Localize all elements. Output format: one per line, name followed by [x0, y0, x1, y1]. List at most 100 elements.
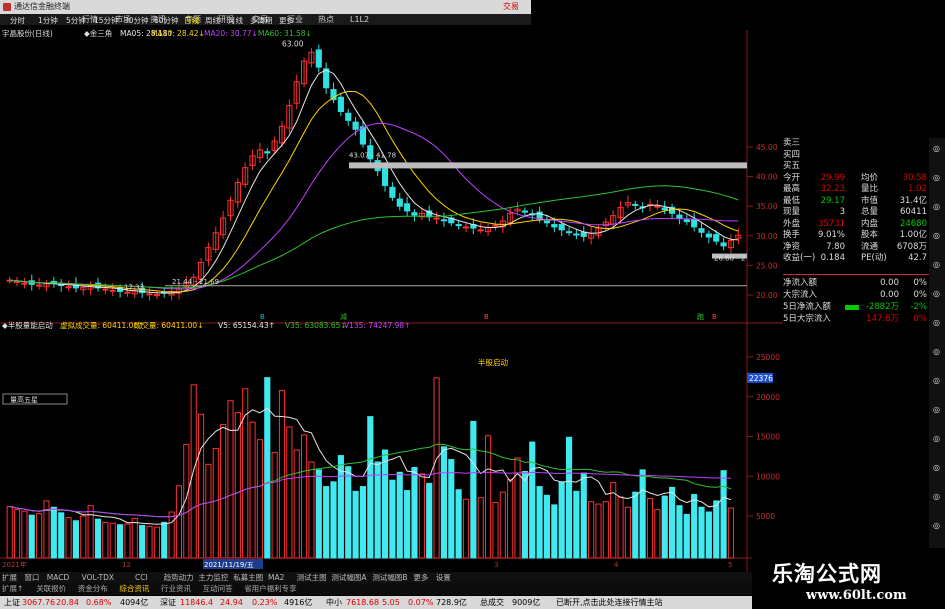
sidebar-tool-icon[interactable]: ◎: [930, 434, 943, 443]
status-item[interactable]: 已断开,点击此处连接行情主站: [556, 596, 663, 609]
timeframe-bar: 分时 1分钟 5分钟 15分钟 30分钟 60分钟 日线 周线 月线 多周期 更多: [0, 15, 330, 27]
volume-value-tag-text: 22376: [749, 374, 773, 383]
info-tab[interactable]: 互动问答: [203, 583, 233, 595]
quote-row: 现量 3 总量 60411: [783, 207, 929, 218]
quote-row: 换手 9.01% 股本 1.00亿: [783, 230, 929, 241]
volume-bar: [102, 521, 109, 559]
candle-body: [146, 293, 153, 296]
quote-value: 24680: [899, 218, 927, 229]
quote-label: 量比: [861, 184, 879, 194]
candle-body: [713, 234, 720, 242]
timeframe-tab[interactable]: 15分钟: [94, 15, 119, 27]
candle-body: [345, 112, 352, 121]
volume-bar: [573, 490, 580, 559]
sidebar-tool-icon[interactable]: ◎: [930, 347, 943, 356]
info-tab[interactable]: 资金分布: [78, 583, 108, 595]
sidebar-tool-icon[interactable]: ◎: [930, 376, 943, 385]
volume-bar: [477, 497, 484, 559]
quote-label: 市值: [861, 195, 879, 206]
sidebar-tool-icon[interactable]: ◎: [930, 260, 943, 269]
timeframe-tab[interactable]: 30分钟: [124, 15, 149, 27]
price-tick: 25.00: [756, 261, 778, 270]
volume-bar: [683, 513, 690, 559]
status-item: 总成交: [480, 598, 504, 607]
quote-panel: 卖三 买四 买五 今开 29.99 均价 30.58 最高 32.23 量比 1.02 最低 29.17…: [783, 138, 929, 360]
sidebar-tool-icon[interactable]: ◎: [930, 173, 943, 182]
sidebar-tool-icon[interactable]: ◎: [930, 521, 943, 530]
quote-row: 外盘 35731 内盘 24680: [783, 219, 929, 230]
candle-body: [632, 203, 639, 206]
signal-marker: 跑: [697, 312, 704, 321]
volume-bars: [6, 377, 735, 559]
volume-bar: [28, 514, 35, 559]
volume-bar: [286, 426, 293, 559]
candle-body: [13, 280, 21, 283]
trade-button[interactable]: 交易: [503, 0, 519, 14]
watermark-url: www.60lt.com: [806, 588, 907, 603]
info-tab[interactable]: 综合资讯: [119, 583, 149, 595]
timeframe-tab[interactable]: 60分钟: [154, 15, 179, 27]
volume-annotation: 半股启动: [478, 357, 508, 367]
volume-bar: [65, 517, 72, 559]
volume-bar: [381, 449, 389, 559]
info-tab[interactable]: 行业资讯: [161, 583, 191, 595]
quote-label: PE(动): [861, 253, 887, 263]
timeframe-tab[interactable]: 1分钟: [38, 15, 58, 27]
quote-label: 换手: [783, 230, 801, 240]
sidebar-tool-icon[interactable]: ◎: [930, 463, 943, 472]
candle-body: [389, 186, 396, 198]
sidebar-tool-icon[interactable]: ◎: [930, 318, 943, 327]
volume-bar: [551, 504, 558, 559]
volume-bar: [624, 506, 631, 559]
app-title: 通达信金融终端: [14, 2, 70, 11]
timeframe-tab[interactable]: 月线: [228, 15, 243, 27]
quote-value: 42.7: [908, 253, 927, 263]
volume-bar: [80, 515, 87, 559]
timeframe-tab[interactable]: 周线: [205, 15, 220, 27]
sidebar-tool-icon[interactable]: ◎: [930, 492, 943, 501]
info-tab[interactable]: 关联报价: [36, 583, 66, 595]
flow-label: 大宗流入: [783, 290, 818, 300]
sidebar-tool-icon[interactable]: ◎: [930, 231, 943, 240]
candle-body: [396, 198, 403, 207]
sidebar-tool-icon[interactable]: ◎: [930, 289, 943, 298]
quote-value: 0.184: [820, 253, 845, 263]
ma-line: [9, 122, 739, 290]
quote-label: 最低: [783, 195, 801, 206]
status-item: 7618.68: [346, 598, 380, 607]
info-tab[interactable]: 省用户福利专享: [244, 583, 297, 595]
signal-marker: B: [712, 313, 717, 321]
volume-bar: [705, 511, 712, 559]
kline-chart[interactable]: 45.00 40.00 35.00 30.00 25.00 20.00 25000 2000…: [0, 30, 783, 572]
flow-value: -2882万: [865, 302, 899, 312]
flow-bar: [845, 305, 859, 310]
info-tab[interactable]: 扩展↑: [2, 583, 23, 595]
date-label: 2021/11/19/五: [204, 561, 254, 569]
candle-body: [455, 224, 462, 227]
menu-item[interactable]: L1L2: [350, 14, 369, 25]
timeframe-tab[interactable]: 日线: [184, 15, 199, 27]
timeframe-tab[interactable]: 分时: [10, 15, 25, 27]
sidebar-tool-icon[interactable]: ◎: [930, 144, 943, 153]
quote-label: 总量: [861, 207, 879, 217]
volume-bar: [197, 413, 205, 559]
volume-tick: 15000: [756, 433, 780, 442]
ma-line: [9, 69, 739, 294]
candle-body: [352, 121, 359, 130]
status-item: 深证: [160, 598, 176, 607]
ma-line: [9, 185, 739, 289]
price-tick: 35.00: [756, 202, 778, 211]
timeframe-tab[interactable]: 多周期: [250, 15, 273, 27]
date-label: 5: [728, 561, 732, 569]
sidebar-tool-icon[interactable]: ◎: [930, 202, 943, 211]
volume-bar: [418, 473, 425, 559]
sidebar-tool-icon[interactable]: ◎: [930, 405, 943, 414]
volume-bar: [131, 517, 138, 559]
watermark-title: 乐淘公式网: [772, 562, 882, 586]
timeframe-tab[interactable]: 更多: [279, 15, 294, 27]
volume-indicator-name[interactable]: ◆半股量能启动: [2, 320, 53, 331]
quote-row: 最低 29.17 市值 31.4亿: [783, 196, 929, 207]
timeframe-tab[interactable]: 5分钟: [66, 15, 86, 27]
volume-bar: [521, 470, 528, 559]
price-tick: 30.00: [756, 232, 778, 241]
